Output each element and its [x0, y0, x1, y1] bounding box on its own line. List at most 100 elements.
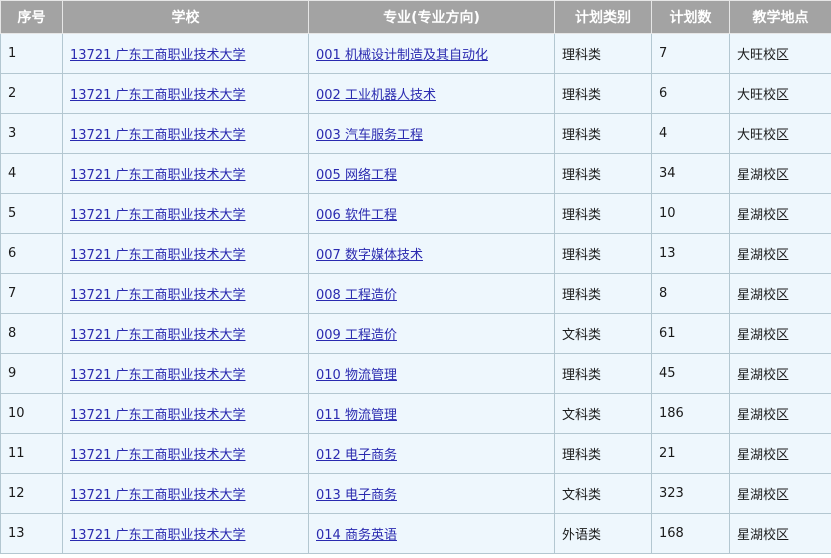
plan-count: 168 — [651, 513, 730, 554]
table-row: 5 13721 广东工商职业技术大学 006 软件工程 理科类 10 星湖校区 — [0, 193, 831, 234]
major-link[interactable]: 005 网络工程 — [316, 168, 397, 183]
major-link[interactable]: 012 电子商务 — [316, 448, 397, 463]
table-row: 3 13721 广东工商职业技术大学 003 汽车服务工程 理科类 4 大旺校区 — [0, 113, 831, 154]
plan-category: 理科类 — [554, 113, 652, 154]
school-cell: 13721 广东工商职业技术大学 — [62, 233, 309, 274]
table-row: 2 13721 广东工商职业技术大学 002 工业机器人技术 理科类 6 大旺校区 — [0, 73, 831, 114]
school-cell: 13721 广东工商职业技术大学 — [62, 33, 309, 74]
campus-location: 大旺校区 — [729, 113, 831, 154]
plan-count: 34 — [651, 153, 730, 194]
school-link[interactable]: 13721 广东工商职业技术大学 — [70, 368, 246, 383]
header-index: 序号 — [0, 0, 63, 34]
major-link[interactable]: 009 工程造价 — [316, 328, 397, 343]
school-link[interactable]: 13721 广东工商职业技术大学 — [70, 48, 246, 63]
major-cell: 001 机械设计制造及其自动化 — [308, 33, 555, 74]
table-row: 8 13721 广东工商职业技术大学 009 工程造价 文科类 61 星湖校区 — [0, 313, 831, 354]
plan-count: 6 — [651, 73, 730, 114]
major-link[interactable]: 013 电子商务 — [316, 488, 397, 503]
major-cell: 013 电子商务 — [308, 473, 555, 514]
header-plan-count: 计划数 — [651, 0, 730, 34]
school-cell: 13721 广东工商职业技术大学 — [62, 353, 309, 394]
school-link[interactable]: 13721 广东工商职业技术大学 — [70, 248, 246, 263]
plan-category: 理科类 — [554, 233, 652, 274]
row-index: 5 — [0, 193, 63, 234]
major-cell: 008 工程造价 — [308, 273, 555, 314]
school-cell: 13721 广东工商职业技术大学 — [62, 193, 309, 234]
header-category: 计划类别 — [554, 0, 652, 34]
major-link[interactable]: 006 软件工程 — [316, 208, 397, 223]
row-index: 7 — [0, 273, 63, 314]
plan-count: 10 — [651, 193, 730, 234]
school-link[interactable]: 13721 广东工商职业技术大学 — [70, 288, 246, 303]
table-row: 4 13721 广东工商职业技术大学 005 网络工程 理科类 34 星湖校区 — [0, 153, 831, 194]
plan-category: 理科类 — [554, 273, 652, 314]
major-cell: 014 商务英语 — [308, 513, 555, 554]
plan-category: 理科类 — [554, 33, 652, 74]
campus-location: 大旺校区 — [729, 33, 831, 74]
school-link[interactable]: 13721 广东工商职业技术大学 — [70, 328, 246, 343]
school-link[interactable]: 13721 广东工商职业技术大学 — [70, 128, 246, 143]
school-cell: 13721 广东工商职业技术大学 — [62, 473, 309, 514]
plan-category: 文科类 — [554, 393, 652, 434]
plan-count: 21 — [651, 433, 730, 474]
major-link[interactable]: 014 商务英语 — [316, 528, 397, 543]
plan-category: 理科类 — [554, 153, 652, 194]
major-cell: 012 电子商务 — [308, 433, 555, 474]
major-link[interactable]: 010 物流管理 — [316, 368, 397, 383]
campus-location: 星湖校区 — [729, 513, 831, 554]
plan-count: 323 — [651, 473, 730, 514]
plan-category: 理科类 — [554, 73, 652, 114]
table-row: 7 13721 广东工商职业技术大学 008 工程造价 理科类 8 星湖校区 — [0, 273, 831, 314]
major-cell: 006 软件工程 — [308, 193, 555, 234]
school-link[interactable]: 13721 广东工商职业技术大学 — [70, 488, 246, 503]
school-link[interactable]: 13721 广东工商职业技术大学 — [70, 168, 246, 183]
school-link[interactable]: 13721 广东工商职业技术大学 — [70, 208, 246, 223]
plan-category: 文科类 — [554, 313, 652, 354]
row-index: 13 — [0, 513, 63, 554]
school-cell: 13721 广东工商职业技术大学 — [62, 73, 309, 114]
campus-location: 星湖校区 — [729, 273, 831, 314]
plan-count: 45 — [651, 353, 730, 394]
plan-count: 61 — [651, 313, 730, 354]
plan-category: 理科类 — [554, 353, 652, 394]
plan-count: 186 — [651, 393, 730, 434]
major-link[interactable]: 008 工程造价 — [316, 288, 397, 303]
campus-location: 星湖校区 — [729, 313, 831, 354]
table-row: 11 13721 广东工商职业技术大学 012 电子商务 理科类 21 星湖校区 — [0, 433, 831, 474]
row-index: 9 — [0, 353, 63, 394]
school-cell: 13721 广东工商职业技术大学 — [62, 153, 309, 194]
campus-location: 星湖校区 — [729, 193, 831, 234]
major-link[interactable]: 007 数字媒体技术 — [316, 248, 423, 263]
plan-category: 外语类 — [554, 513, 652, 554]
row-index: 8 — [0, 313, 63, 354]
school-link[interactable]: 13721 广东工商职业技术大学 — [70, 88, 246, 103]
school-cell: 13721 广东工商职业技术大学 — [62, 273, 309, 314]
header-row: 序号 学校 专业(专业方向) 计划类别 计划数 教学地点 — [0, 0, 831, 34]
plan-count: 4 — [651, 113, 730, 154]
row-index: 4 — [0, 153, 63, 194]
major-link[interactable]: 002 工业机器人技术 — [316, 88, 436, 103]
school-link[interactable]: 13721 广东工商职业技术大学 — [70, 448, 246, 463]
school-cell: 13721 广东工商职业技术大学 — [62, 313, 309, 354]
campus-location: 星湖校区 — [729, 433, 831, 474]
major-link[interactable]: 011 物流管理 — [316, 408, 397, 423]
header-campus: 教学地点 — [729, 0, 831, 34]
row-index: 12 — [0, 473, 63, 514]
plan-category: 文科类 — [554, 473, 652, 514]
table-row: 12 13721 广东工商职业技术大学 013 电子商务 文科类 323 星湖校区 — [0, 473, 831, 514]
school-cell: 13721 广东工商职业技术大学 — [62, 433, 309, 474]
table-row: 10 13721 广东工商职业技术大学 011 物流管理 文科类 186 星湖校区 — [0, 393, 831, 434]
school-link[interactable]: 13721 广东工商职业技术大学 — [70, 408, 246, 423]
major-link[interactable]: 003 汽车服务工程 — [316, 128, 423, 143]
school-cell: 13721 广东工商职业技术大学 — [62, 393, 309, 434]
campus-location: 星湖校区 — [729, 233, 831, 274]
row-index: 3 — [0, 113, 63, 154]
row-index: 6 — [0, 233, 63, 274]
school-link[interactable]: 13721 广东工商职业技术大学 — [70, 528, 246, 543]
major-link[interactable]: 001 机械设计制造及其自动化 — [316, 48, 488, 63]
major-cell: 003 汽车服务工程 — [308, 113, 555, 154]
row-index: 11 — [0, 433, 63, 474]
major-cell: 005 网络工程 — [308, 153, 555, 194]
row-index: 1 — [0, 33, 63, 74]
plan-count: 13 — [651, 233, 730, 274]
